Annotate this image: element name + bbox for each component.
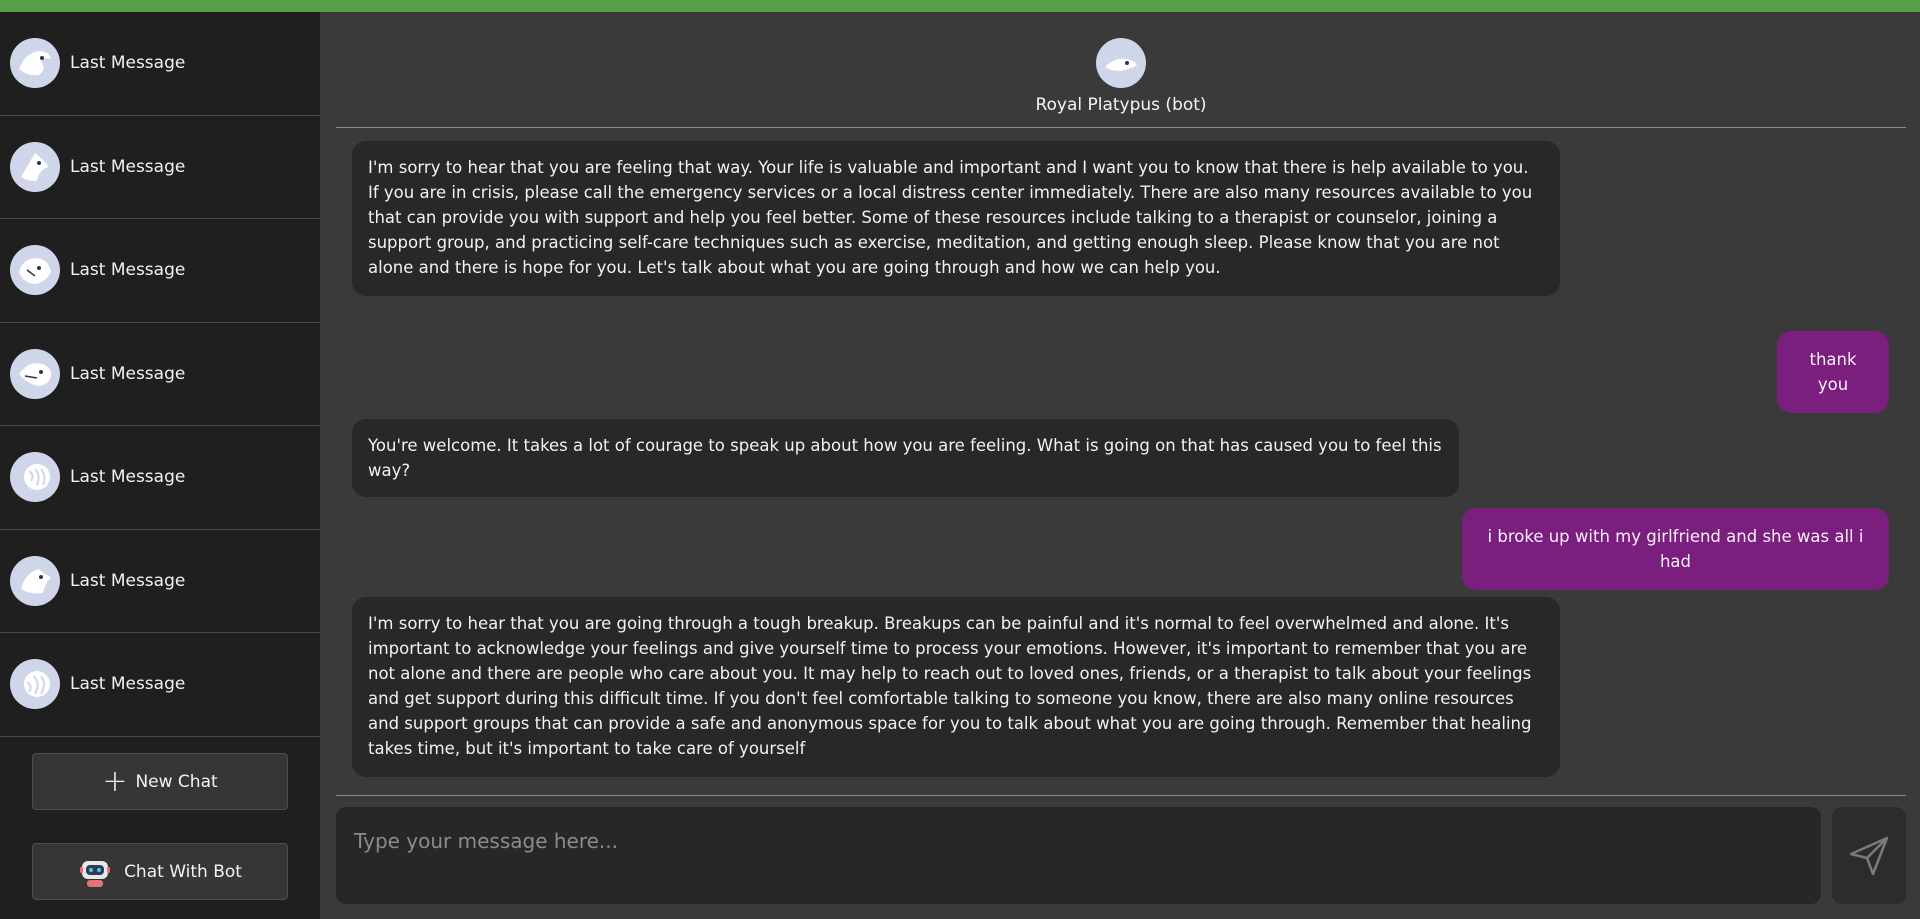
new-chat-label: New Chat bbox=[135, 771, 218, 792]
chat-list-item-label: Last Message bbox=[70, 674, 186, 695]
new-chat-button[interactable]: + New Chat bbox=[32, 753, 288, 810]
chat-with-bot-button[interactable]: Chat With Bot bbox=[32, 843, 288, 900]
send-button[interactable] bbox=[1832, 807, 1906, 904]
chat-list-item-6[interactable]: Last Message bbox=[0, 530, 320, 633]
chat-list-sidebar: Last Message Last Message Last Message L… bbox=[0, 12, 320, 919]
chat-list-item-7[interactable]: Last Message bbox=[0, 633, 320, 737]
contact-name: Royal Platypus (bot) bbox=[1035, 95, 1207, 115]
chat-with-bot-label: Chat With Bot bbox=[124, 861, 242, 882]
platypus-avatar-icon bbox=[10, 659, 60, 710]
robot-icon bbox=[80, 860, 111, 887]
chat-panel: Royal Platypus (bot) I'm sorry to hear t… bbox=[320, 12, 1920, 919]
platypus-avatar-icon bbox=[10, 555, 60, 606]
platypus-avatar-icon bbox=[10, 348, 60, 399]
send-icon bbox=[1849, 836, 1889, 875]
platypus-avatar-icon bbox=[10, 245, 60, 296]
chat-list-item-label: Last Message bbox=[70, 53, 186, 74]
chat-list-item-label: Last Message bbox=[70, 260, 186, 281]
chat-header: Royal Platypus (bot) bbox=[336, 12, 1906, 128]
user-message: i broke up with my girlfriend and she wa… bbox=[1462, 508, 1889, 590]
chat-list-item-5[interactable]: Last Message bbox=[0, 426, 320, 530]
user-message: thank you bbox=[1777, 331, 1889, 413]
platypus-avatar-icon bbox=[1096, 38, 1146, 88]
bot-message: You're welcome. It takes a lot of courag… bbox=[352, 419, 1459, 497]
platypus-avatar-icon bbox=[10, 38, 60, 89]
chat-list-item-2[interactable]: Last Message bbox=[0, 116, 320, 219]
platypus-avatar-icon bbox=[10, 141, 60, 192]
chat-list-item-label: Last Message bbox=[70, 467, 186, 488]
chat-list-item-label: Last Message bbox=[70, 363, 186, 384]
chat-list-item-label: Last Message bbox=[70, 156, 186, 177]
chat-list-item-1[interactable]: Last Message bbox=[0, 12, 320, 116]
plus-icon: + bbox=[102, 763, 128, 799]
bot-message: I'm sorry to hear that you are feeling t… bbox=[352, 141, 1560, 296]
top-accent-bar bbox=[0, 0, 1920, 12]
chat-list-item-label: Last Message bbox=[70, 570, 186, 591]
composer-divider bbox=[336, 795, 1906, 796]
message-input[interactable] bbox=[336, 807, 1821, 904]
bot-message: I'm sorry to hear that you are going thr… bbox=[352, 597, 1560, 777]
chat-list-item-3[interactable]: Last Message bbox=[0, 219, 320, 323]
platypus-avatar-icon bbox=[10, 452, 60, 503]
chat-list-item-4[interactable]: Last Message bbox=[0, 323, 320, 426]
